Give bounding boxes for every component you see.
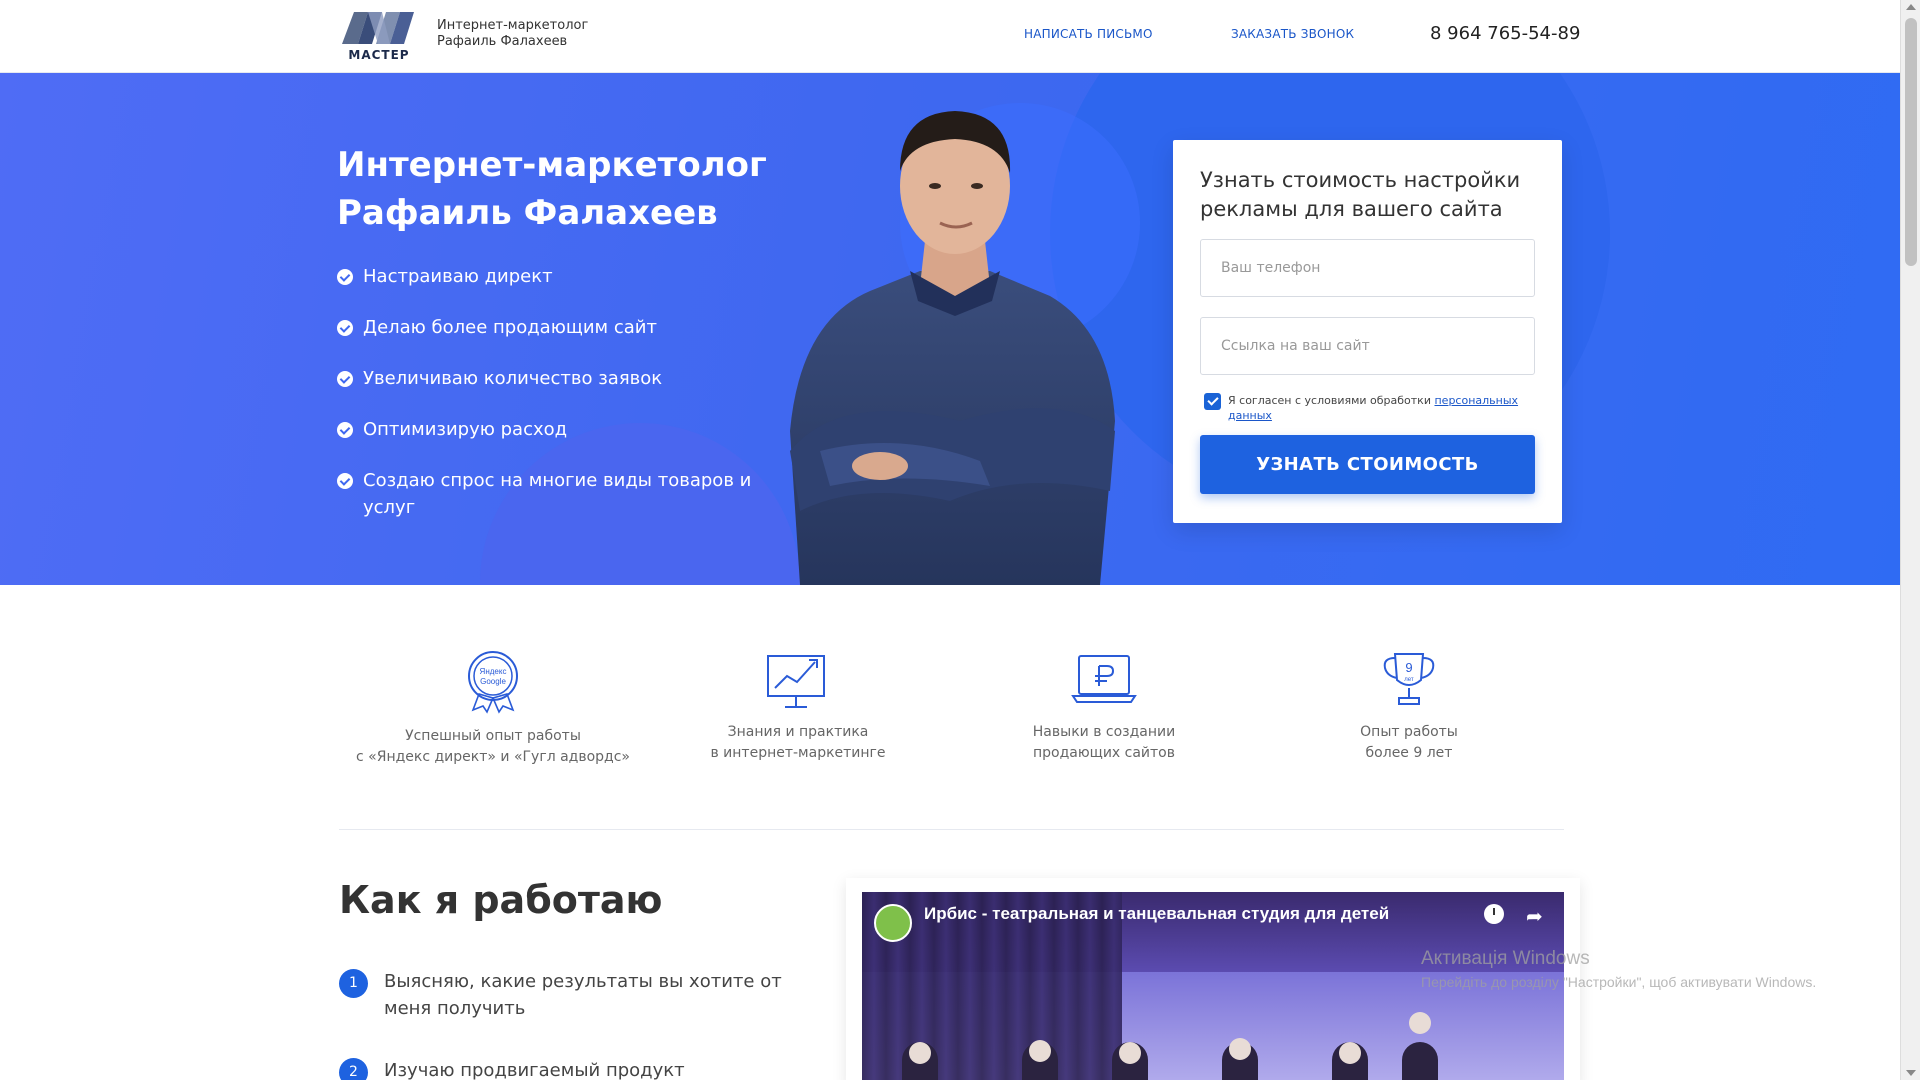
video-frame-figure (1119, 1042, 1141, 1064)
hero-section: Интернет-маркетолог Рафаиль Фалахеев Нас… (0, 73, 1900, 585)
step-number: 2 (339, 1058, 368, 1080)
video-title[interactable]: Ирбис - театральная и танцевальная студи… (924, 904, 1389, 924)
form-title: Узнать стоимость настройки рекламы для в… (1200, 168, 1521, 221)
step-text: Изучаю продвигаемый продукт (384, 1060, 685, 1080)
feature-line-1: Успешный опыт работы (405, 728, 581, 744)
video-frame-figure (1229, 1038, 1251, 1060)
watermark-text: Перейдіть до розділу "Настройки", щоб ак… (1421, 974, 1817, 990)
share-icon[interactable]: ➦ (1526, 904, 1543, 928)
feature-selling-sites: Навыки в создании продающих сайтов (954, 650, 1254, 764)
check-circle-icon (337, 422, 353, 438)
check-circle-icon (337, 473, 353, 489)
brand-line-1: Интернет-маркетолог (437, 18, 589, 33)
feature-text: Навыки в создании продающих сайтов (954, 722, 1254, 764)
logo-text: МАСТЕР (348, 48, 410, 62)
feature-text: Опыт работы более 9 лет (1259, 722, 1559, 764)
site-header: МАСТЕР Интернет-маркетолог Рафаиль Фалах… (0, 0, 1900, 73)
step-number: 1 (339, 969, 368, 998)
medal-yandex-label: Яндекс (480, 667, 507, 676)
video-frame-figure (1339, 1042, 1361, 1064)
windows-activation-watermark: Активація Windows Перейдіть до розділу "… (1421, 948, 1816, 990)
check-circle-icon (337, 269, 353, 285)
hero-benefit-text: Увеличиваю количество заявок (363, 368, 663, 389)
logo-mark-icon (342, 12, 414, 44)
phone-input[interactable] (1200, 239, 1535, 297)
trophy-years-label: лет (1404, 677, 1414, 683)
feature-years-experience: 9 лет Опыт работы более 9 лет (1259, 650, 1559, 764)
header-phone[interactable]: 8 964 765-54-89 (1430, 23, 1580, 44)
ruble-laptop-icon (1071, 655, 1137, 703)
hero-benefit-item: Настраиваю директ (337, 263, 757, 290)
watermark-title: Активація Windows (1421, 948, 1590, 969)
step-text: Выясняю, какие результаты вы хотите от м… (384, 971, 782, 1019)
check-circle-icon (337, 371, 353, 387)
video-frame-figure (1402, 1042, 1438, 1080)
channel-avatar[interactable] (874, 904, 912, 942)
feature-line-1: Знания и практика (727, 724, 869, 740)
consent-text: Я согласен с условиями обработки персона… (1228, 393, 1528, 423)
scroll-up-arrow-icon[interactable] (1906, 4, 1916, 10)
hero-benefit-item: Делаю более продающим сайт (337, 314, 757, 341)
work-step: 1 Выясняю, какие результаты вы хотите от … (339, 968, 819, 1022)
brand-subtitle: Интернет-маркетолог Рафаиль Фалахеев (437, 18, 588, 50)
hero-title-line-1: Интернет-маркетолог (337, 145, 767, 185)
price-request-form: Узнать стоимость настройки рекламы для в… (1173, 140, 1562, 523)
hero-benefit-item: Создаю спрос на многие виды товаров и ус… (337, 467, 757, 521)
video-frame-figure (1409, 1012, 1431, 1034)
work-step: 2 Изучаю продвигаемый продукт (339, 1057, 819, 1080)
trophy-years-number: 9 (1405, 660, 1412, 675)
hero-benefit-item: Увеличиваю количество заявок (337, 365, 757, 392)
scroll-down-arrow-icon[interactable] (1906, 1070, 1916, 1076)
trophy-icon: 9 лет (1383, 653, 1435, 705)
nav-write-letter-link[interactable]: НАПИСАТЬ ПИСЬМО (1024, 27, 1153, 41)
marketer-portrait-photo (790, 111, 1115, 585)
yandex-google-medal-icon: Яндекс Google (468, 651, 518, 714)
how-i-work-title: Как я работаю (339, 878, 663, 922)
feature-line-2: более 9 лет (1365, 745, 1453, 761)
scrollbar-thumb[interactable] (1905, 18, 1917, 266)
feature-text: Успешный опыт работы с «Яндекс директ» и … (343, 726, 643, 768)
growth-chart-monitor-icon (767, 655, 825, 708)
consent-label: Я согласен с условиями обработки (1228, 394, 1435, 407)
video-frame-figure (1029, 1040, 1051, 1062)
feature-ads-experience: Яндекс Google Успешный опыт работы с «Янд… (343, 650, 643, 768)
hero-benefit-text: Создаю спрос на многие виды товаров и ус… (363, 470, 752, 518)
section-divider (339, 829, 1564, 830)
feature-line-1: Навыки в создании (1032, 724, 1176, 740)
hero-benefit-text: Оптимизирую расход (363, 419, 568, 440)
feature-text: Знания и практика в интернет-маркетинге (648, 722, 948, 764)
page-scrollbar[interactable] (1900, 0, 1920, 1080)
hero-benefit-text: Делаю более продающим сайт (363, 317, 657, 338)
nav-order-call-link[interactable]: ЗАКАЗАТЬ ЗВОНОК (1231, 27, 1354, 41)
hero-title: Интернет-маркетолог Рафаиль Фалахеев (337, 141, 767, 237)
feature-line-2: с «Яндекс директ» и «Гугл адвордс» (356, 749, 630, 765)
logo[interactable]: МАСТЕР (338, 8, 420, 62)
site-url-input[interactable] (1200, 317, 1535, 375)
medal-google-label: Google (480, 677, 506, 686)
feature-marketing-knowledge: Знания и практика в интернет-маркетинге (648, 650, 948, 764)
brand-line-2: Рафаиль Фалахеев (437, 34, 568, 49)
hero-title-line-2: Рафаиль Фалахеев (337, 193, 718, 233)
feature-line-2: в интернет-маркетинге (710, 745, 886, 761)
watch-later-icon[interactable] (1484, 904, 1504, 924)
video-frame-figure (909, 1042, 931, 1064)
feature-line-2: продающих сайтов (1032, 745, 1176, 761)
consent-checkbox[interactable] (1204, 393, 1221, 410)
hero-benefits-list: Настраиваю директ Делаю более продающим … (337, 263, 757, 545)
get-price-button[interactable]: УЗНАТЬ СТОИМОСТЬ (1200, 435, 1535, 494)
work-steps-list: 1 Выясняю, какие результаты вы хотите от … (339, 968, 819, 1080)
check-circle-icon (337, 320, 353, 336)
feature-line-1: Опыт работы (1360, 724, 1458, 740)
hero-benefit-item: Оптимизирую расход (337, 416, 757, 443)
hero-benefit-text: Настраиваю директ (363, 266, 553, 287)
